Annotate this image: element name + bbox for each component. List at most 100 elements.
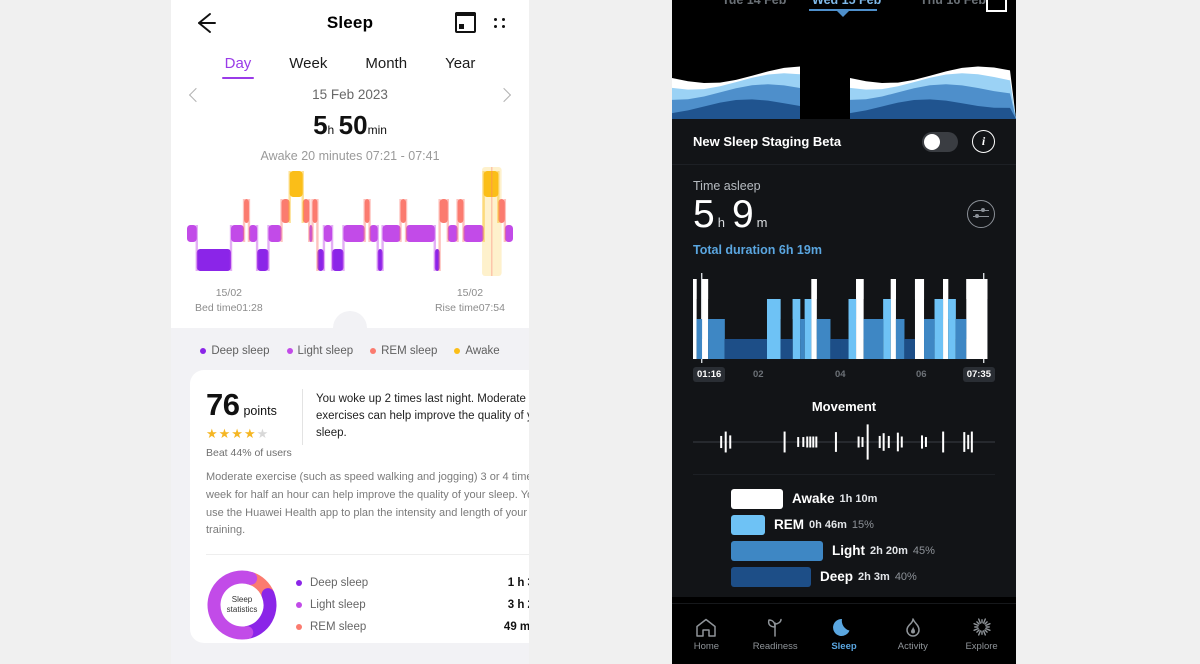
nav-item-home[interactable]: Home xyxy=(672,617,741,652)
legend-pct-deep: 40% xyxy=(894,570,917,583)
beat-percentage: Beat 44% of users xyxy=(206,447,292,460)
asleep-hours-unit: h xyxy=(717,215,725,230)
star-rating: ★★★★★ xyxy=(206,426,270,442)
sleep-minutes-value: 50 xyxy=(338,110,368,140)
bottom-navigation: Home Readiness Sleep Activity Explore xyxy=(672,603,1016,664)
date-navigator: 15 Feb 2023 xyxy=(171,81,529,104)
nav-item-readiness[interactable]: Readiness xyxy=(741,617,810,652)
date-tab-prev[interactable]: Tue 14 Feb xyxy=(722,0,786,7)
legend-row-rem: REM 0h 46m 15% xyxy=(693,513,995,536)
tab-week[interactable]: Week xyxy=(287,53,329,79)
tab-year[interactable]: Year xyxy=(443,53,477,79)
next-day-button[interactable] xyxy=(496,87,512,102)
beta-toggle-row: New Sleep Staging Beta i xyxy=(672,119,1016,165)
stat-label-light: Light sleep xyxy=(310,598,366,611)
calendar-icon[interactable] xyxy=(455,12,476,33)
moon-icon xyxy=(833,618,850,636)
sliders-icon[interactable] xyxy=(967,200,995,228)
asleep-minutes-unit: m xyxy=(756,215,768,230)
movement-chart-svg[interactable] xyxy=(693,416,995,462)
more-grid-icon[interactable] xyxy=(493,16,507,30)
hypnogram-svg xyxy=(187,167,513,276)
nav-item-activity[interactable]: Activity xyxy=(878,617,947,652)
stat-label-deep: Deep sleep xyxy=(310,576,369,589)
info-icon[interactable]: i xyxy=(972,130,995,153)
axis-start-label: 01:16 xyxy=(693,367,726,382)
legend-label-light: Light sleep xyxy=(297,345,354,358)
donut-center-label: Sleep statistics xyxy=(221,583,263,626)
stage-legend: Awake 1h 10m REM 0h 46m 15% Light 2h 20m… xyxy=(693,475,995,597)
rise-date: 15/02 xyxy=(456,287,484,299)
score-message: You woke up 2 times last night. Moderate… xyxy=(316,393,529,439)
asleep-minutes: 9 xyxy=(731,193,754,236)
time-axis: 01:16 02 04 06 07:35 xyxy=(693,365,995,385)
nav-item-explore[interactable]: Explore xyxy=(947,617,1016,652)
sleep-hours-value: 5 xyxy=(313,110,328,140)
tab-month[interactable]: Month xyxy=(363,53,409,79)
previous-day-button[interactable] xyxy=(188,87,204,102)
legend-duration-rem: 0h 46m xyxy=(809,518,847,531)
legend-duration-deep: 2h 3m xyxy=(858,570,890,583)
legend-duration-awake: 1h 10m xyxy=(839,492,878,505)
nav-label-home: Home xyxy=(693,640,720,652)
total-sleep-duration: 5h 50min xyxy=(171,110,529,141)
sleep-hours-unit: h xyxy=(327,123,335,137)
legend-bar-awake xyxy=(731,488,783,509)
score-value: 76 xyxy=(206,387,240,423)
sleep-wave-graphic xyxy=(672,17,1016,119)
legend-duration-light: 2h 20m xyxy=(870,544,908,557)
sleep-summary-card: Sleep Day Week Month Year 15 Feb 2023 5h… xyxy=(171,0,529,346)
nav-item-sleep[interactable]: Sleep xyxy=(810,617,879,652)
stat-value-rem: 49 minutes xyxy=(503,620,529,633)
time-asleep-label: Time asleep xyxy=(693,179,761,193)
legend-row-deep: Deep 2h 3m 40% xyxy=(693,565,995,588)
movement-title: Movement xyxy=(811,399,877,414)
legend-dot-rem xyxy=(370,348,377,355)
legend-item-light: Light sleep xyxy=(286,345,354,358)
date-tab-next[interactable]: Thu 16 Feb xyxy=(920,0,986,7)
date-tab-caret-icon xyxy=(837,11,849,17)
legend-item-deep: Deep sleep xyxy=(200,345,270,358)
legend-label-deep: Deep sleep xyxy=(211,345,270,358)
legend-pct-rem: 15% xyxy=(851,518,874,531)
legend-label-awake: Awake xyxy=(465,345,500,358)
rise-time-block: 15/02 Rise time07:54 xyxy=(435,286,505,316)
axis-tick-04: 04 xyxy=(835,369,846,380)
stat-dot-rem xyxy=(296,623,302,630)
stat-row-deep: Deep sleep 1 h 39 min xyxy=(296,572,529,594)
legend-label-rem: REM sleep xyxy=(381,345,438,358)
beta-toggle[interactable] xyxy=(922,131,958,152)
legend-pct-light: 45% xyxy=(912,544,935,557)
sleep-statistics-row: Sleep statistics Deep sleep 1 h 39 min L… xyxy=(206,555,529,643)
current-date-label: 15 Feb 2023 xyxy=(312,87,388,102)
legend-row-awake: Awake 1h 10m xyxy=(693,487,995,510)
beta-label: New Sleep Staging Beta xyxy=(693,134,842,149)
stat-value-light: 3 h 22 min xyxy=(507,598,529,611)
legend-item-rem: REM sleep xyxy=(370,345,437,357)
sleep-stage-chart[interactable] xyxy=(179,167,521,282)
sheet-handle-notch[interactable] xyxy=(333,311,367,346)
legend-dot-light xyxy=(286,348,293,355)
score-block: 76 points ★★★★★ Beat 44% of users xyxy=(206,387,302,459)
sprout-icon xyxy=(768,618,782,637)
tab-day[interactable]: Day xyxy=(221,53,254,79)
vertical-divider xyxy=(302,389,303,446)
sleep-score-card: 76 points ★★★★★ Beat 44% of users You wo… xyxy=(190,370,529,643)
legend-bar-light xyxy=(731,540,823,561)
legend-name-light: Light xyxy=(832,543,865,558)
total-duration-link[interactable]: Total duration 6h 19m xyxy=(693,243,995,257)
time-asleep-value: 5 h 9 m xyxy=(693,195,995,234)
asleep-hours: 5 xyxy=(693,193,715,236)
oura-hypnogram-svg[interactable] xyxy=(693,271,995,363)
period-tabs: Day Week Month Year xyxy=(171,45,529,81)
sleep-minutes-unit: min xyxy=(367,123,387,137)
legend-row-light: Light 2h 20m 45% xyxy=(693,539,995,562)
huawei-sleep-screen: Sleep Day Week Month Year 15 Feb 2023 5h… xyxy=(171,0,529,664)
score-unit: points xyxy=(243,404,277,419)
axis-tick-02: 02 xyxy=(753,369,764,380)
share-icon[interactable] xyxy=(986,0,1007,12)
legend-dot-deep xyxy=(200,348,207,355)
legend-dot-awake xyxy=(454,348,461,355)
stat-dot-deep xyxy=(296,579,302,586)
date-tab-current[interactable]: Wed 15 Feb xyxy=(812,0,881,7)
